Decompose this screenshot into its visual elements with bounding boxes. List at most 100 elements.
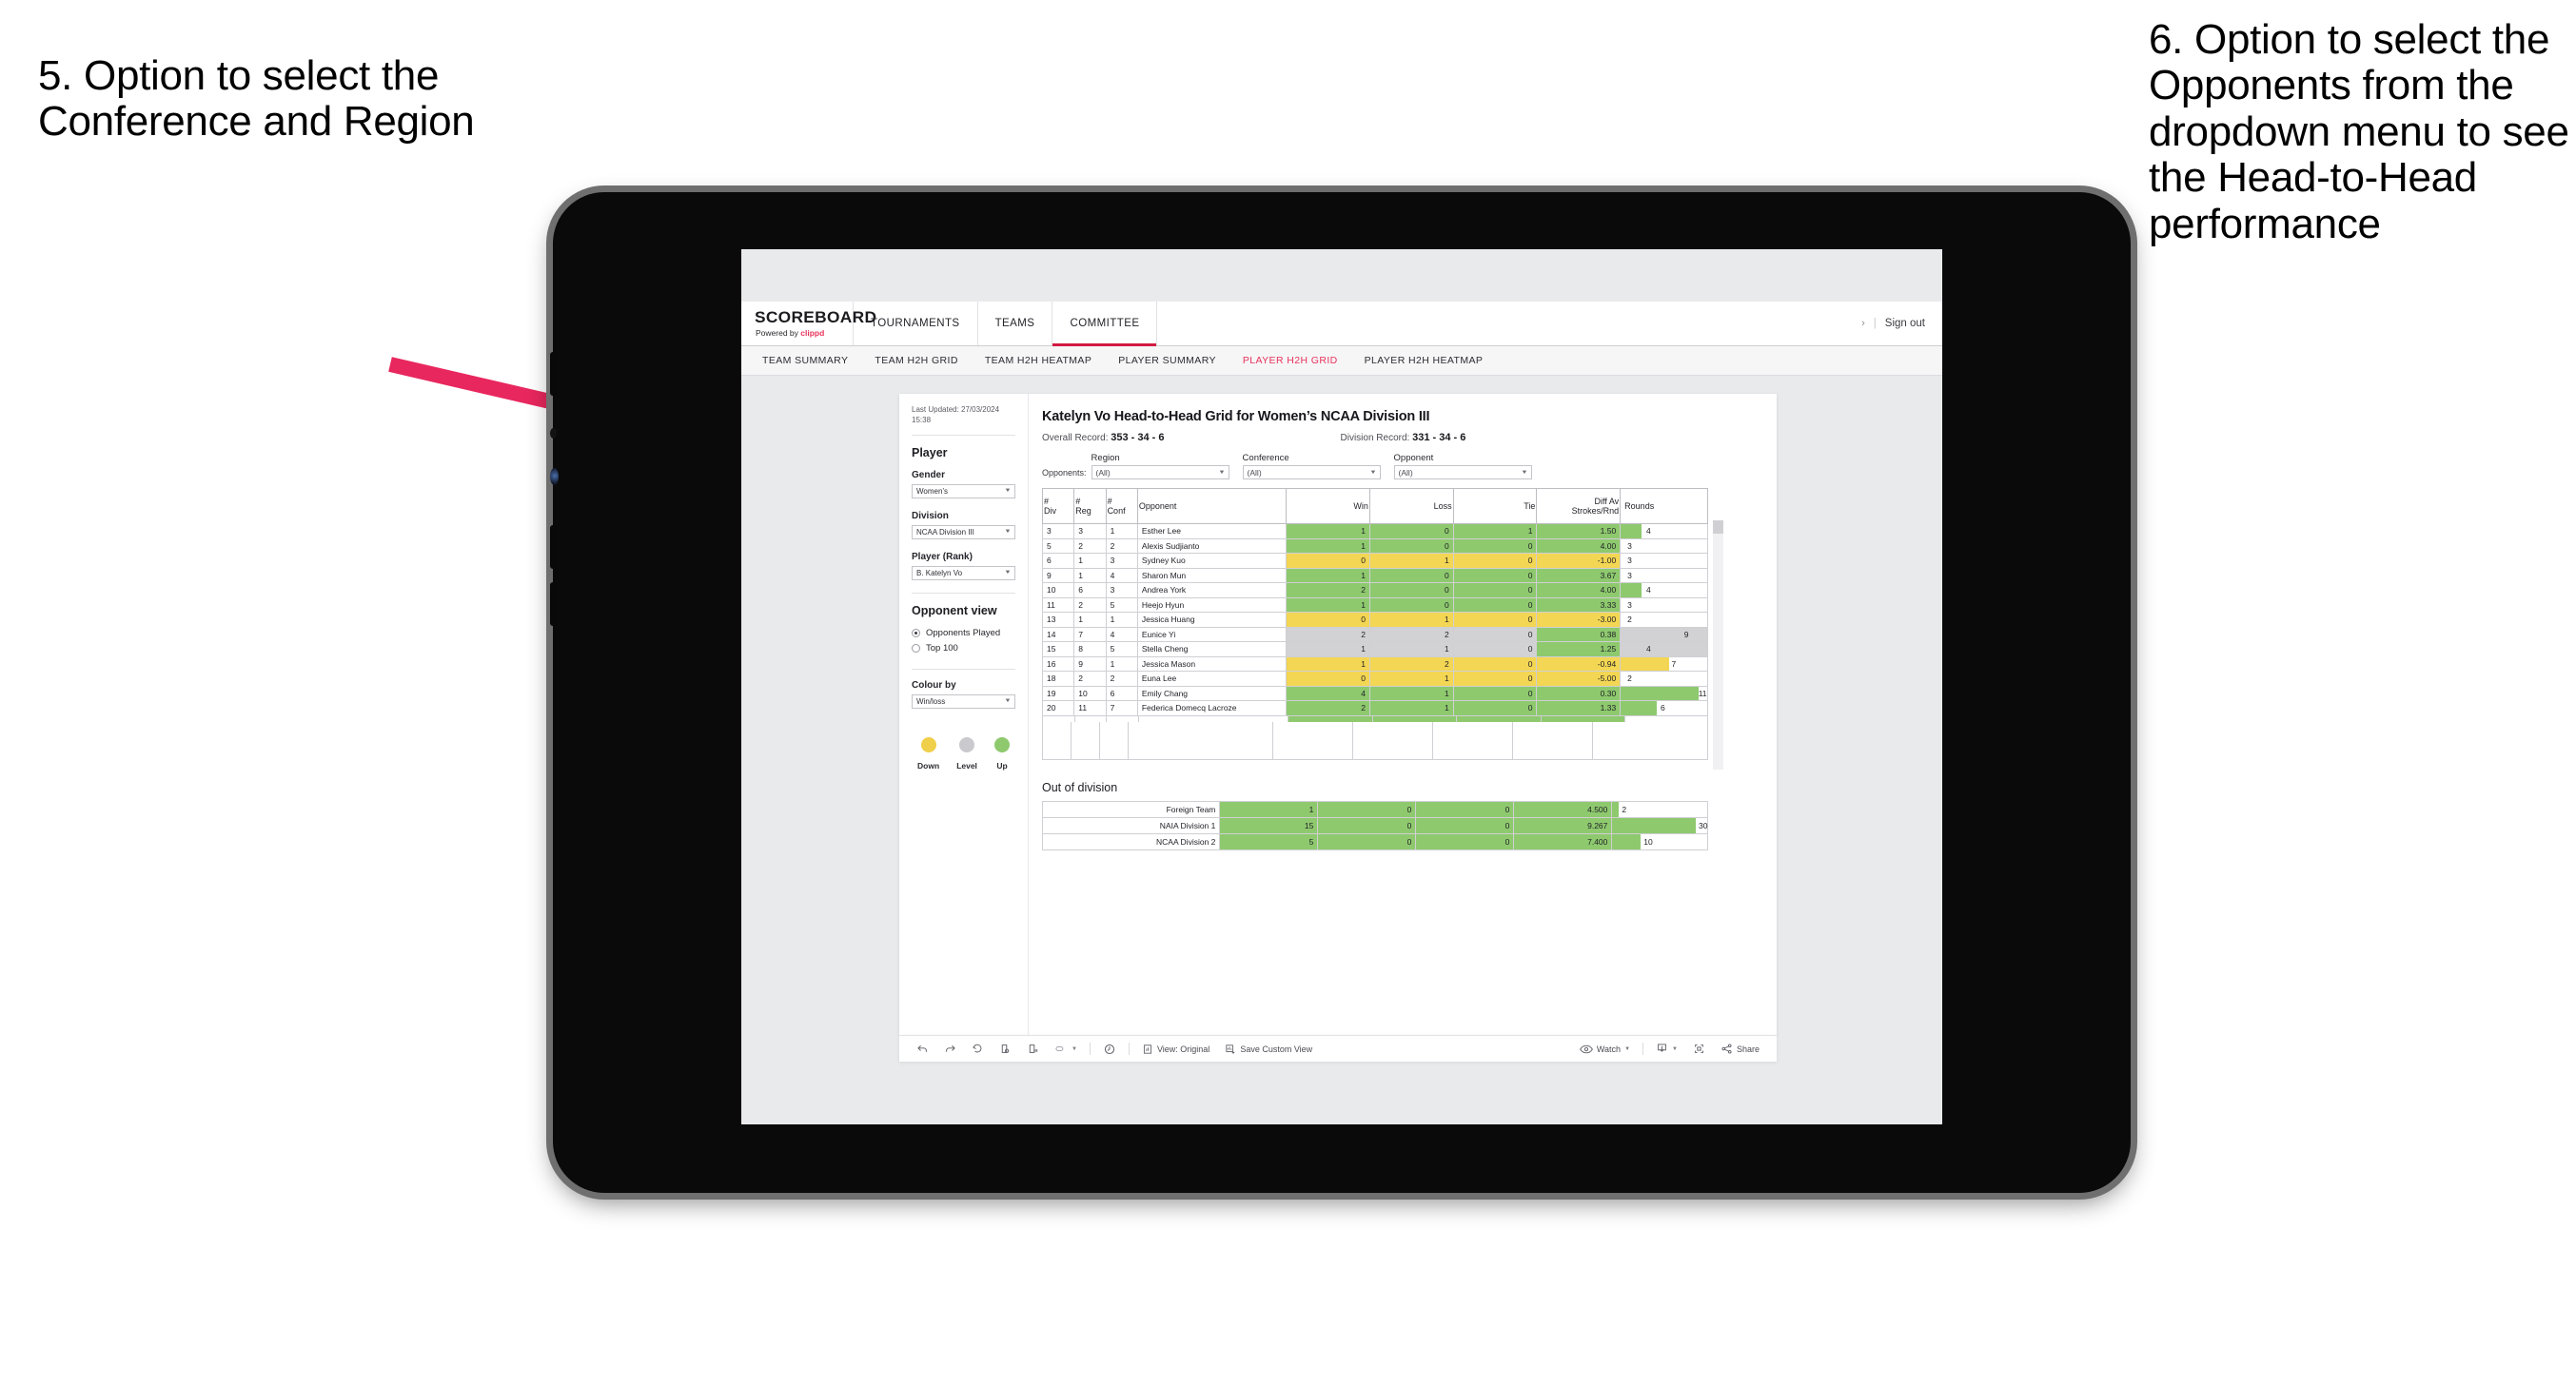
h2h-grid-wrapper: # Div # Reg # Conf Opponent Win Loss Tie Di… — [1041, 488, 1723, 770]
undo-button[interactable] — [909, 1043, 936, 1055]
player-rank-select[interactable]: B. Katelyn Vo ▼ — [912, 565, 1015, 580]
legend-label: Down — [917, 760, 940, 771]
cell-reg: 8 — [1073, 641, 1107, 657]
cell-reg: 1 — [1073, 553, 1107, 569]
division-record-value: 331 - 34 - 6 — [1412, 432, 1466, 443]
table-row[interactable]: Foreign Team 1 0 0 4.500 2 — [1041, 800, 1708, 818]
grid-vertical-scrollbar[interactable] — [1713, 520, 1723, 770]
radio-opponents-played[interactable]: Opponents Played — [912, 628, 1015, 638]
topnav-tournaments[interactable]: TOURNAMENTS — [854, 302, 978, 345]
cell-diff: -3.00 — [1536, 612, 1622, 628]
cell-opponent: Esther Lee — [1136, 523, 1288, 539]
cell-loss: 0 — [1317, 800, 1417, 818]
chevron-down-icon: ▼ — [1672, 1045, 1678, 1052]
alerts-icon — [1104, 1044, 1114, 1054]
table-row[interactable]: 19 10 6 Emily Chang 4 1 0 0.30 11 — [1041, 685, 1708, 701]
opponent-select[interactable]: (All) ▼ — [1393, 465, 1532, 479]
cell-div: 6 — [1041, 553, 1075, 569]
fullscreen-button[interactable] — [1685, 1043, 1713, 1055]
tab-player-h2h-heatmap[interactable]: PLAYER H2H HEATMAP — [1365, 355, 1484, 366]
rounds-bar — [1621, 701, 1658, 715]
cell-loss: 0 — [1368, 596, 1454, 613]
grid-empty-band — [1042, 721, 1708, 760]
legend-label: Level — [956, 760, 977, 771]
revert-button[interactable] — [964, 1043, 992, 1055]
table-row[interactable]: 6 1 3 Sydney Kuo 0 1 0 -1.00 3 — [1041, 553, 1708, 569]
chevron-down-icon: ▼ — [1004, 698, 1012, 705]
tab-player-summary[interactable]: PLAYER SUMMARY — [1118, 355, 1216, 366]
alerts-button[interactable] — [1095, 1043, 1124, 1056]
chevron-down-icon: ▼ — [1217, 469, 1226, 476]
rounds-value: 3 — [1627, 570, 1632, 580]
scrollbar-thumb[interactable] — [1713, 520, 1723, 534]
download-button[interactable]: ▼ — [1648, 1043, 1685, 1055]
pause-auto-update-button[interactable] — [1019, 1043, 1047, 1055]
cell-div: 18 — [1041, 671, 1075, 687]
cell-rounds: 11 — [1620, 685, 1708, 701]
table-row[interactable]: 16 9 1 Jessica Mason 1 2 0 -0.94 7 — [1041, 655, 1708, 672]
table-row[interactable]: 9 1 4 Sharon Mun 1 0 0 3.67 3 — [1041, 567, 1708, 583]
conference-label: Conference — [1242, 453, 1289, 463]
cell-tie: 0 — [1452, 596, 1538, 613]
rounds-value: 10 — [1643, 836, 1653, 847]
table-row[interactable]: 11 2 5 Heejo Hyun 1 0 0 3.33 3 — [1041, 596, 1708, 613]
tab-team-summary[interactable]: TEAM SUMMARY — [762, 355, 848, 366]
tab-team-h2h-heatmap[interactable]: TEAM H2H HEATMAP — [985, 355, 1091, 366]
division-label: Division — [912, 510, 949, 521]
cell-reg: 11 — [1073, 700, 1107, 715]
cell-div: 15 — [1041, 641, 1075, 657]
tab-team-h2h-grid[interactable]: TEAM H2H GRID — [875, 355, 957, 366]
cell-div: 13 — [1041, 612, 1075, 628]
refresh-data-button[interactable] — [992, 1043, 1019, 1055]
table-row[interactable]: 15 8 5 Stella Cheng 1 1 0 1.25 4 — [1041, 641, 1708, 657]
main-panel: Katelyn Vo Head-to-Head Grid for Women’s… — [1029, 394, 1777, 1035]
table-row[interactable]: NCAA Division 2 5 0 0 7.400 10 — [1041, 832, 1708, 850]
radio-top-100[interactable]: Top 100 — [912, 643, 1015, 654]
highlight-button[interactable]: ▼ — [1047, 1043, 1085, 1055]
gender-select[interactable]: Women’s ▼ — [912, 483, 1015, 498]
table-row[interactable]: 20 11 7 Federica Domecq Lacroze 2 1 0 1.33 6 — [1041, 700, 1708, 715]
colour-by-select[interactable]: Win/loss ▼ — [912, 693, 1015, 709]
table-row[interactable]: 5 2 2 Alexis Sudjianto 1 0 0 4.00 3 — [1041, 537, 1708, 554]
sign-out-button[interactable]: Sign out — [1885, 318, 1925, 329]
brand-logo[interactable]: SCOREBOARD Powered by clippd — [741, 302, 876, 345]
divider — [1642, 1043, 1644, 1055]
share-button[interactable]: Share — [1713, 1043, 1767, 1055]
cell-tie: 0 — [1452, 641, 1538, 657]
cell-tie: 0 — [1452, 626, 1538, 642]
cell-loss: 0 — [1317, 832, 1417, 850]
rounds-value: 4 — [1646, 526, 1651, 536]
out-of-division-table: Foreign Team 1 0 0 4.500 2 NAIA Division 1 15 0 0… — [1041, 800, 1708, 850]
region-select[interactable]: (All) ▼ — [1091, 465, 1229, 479]
cell-tie: 0 — [1452, 567, 1538, 583]
legend-label: Up — [996, 760, 1008, 771]
division-select[interactable]: NCAA Division III ▼ — [912, 524, 1015, 539]
annotation-text-right: 6. Option to select the Opponents from t… — [2149, 16, 2569, 247]
chevron-right-icon: › — [1861, 318, 1865, 329]
table-row[interactable]: 18 2 2 Euna Lee 0 1 0 -5.00 2 — [1041, 671, 1708, 687]
divider — [912, 592, 1015, 594]
topnav-committee[interactable]: COMMITTEE — [1052, 302, 1158, 346]
redo-button[interactable] — [936, 1043, 964, 1055]
view-original-button[interactable]: View: Original — [1134, 1044, 1217, 1055]
table-row[interactable]: 3 3 1 Esther Lee 1 0 1 1.50 4 — [1041, 523, 1708, 539]
table-row[interactable]: 10 6 3 Andrea York 2 0 0 4.00 4 — [1041, 582, 1708, 598]
tab-player-h2h-grid[interactable]: PLAYER H2H GRID — [1243, 355, 1338, 366]
conference-select[interactable]: (All) ▼ — [1242, 465, 1381, 479]
powered-by-text: Powered by — [756, 328, 801, 338]
table-row[interactable]: 13 1 1 Jessica Huang 0 1 0 -3.00 2 — [1041, 612, 1708, 628]
out-of-division-body: Foreign Team 1 0 0 4.500 2 NAIA Division 1 15 0 0… — [1041, 800, 1708, 850]
region-label: Region — [1091, 453, 1120, 463]
save-custom-view-button[interactable]: Save Custom View — [1217, 1044, 1320, 1055]
division-record: Division Record: 331 - 34 - 6 — [1341, 432, 1466, 443]
watch-button[interactable]: Watch ▼ — [1572, 1044, 1638, 1055]
rounds-value: 3 — [1627, 540, 1632, 551]
gender-value: Women’s — [916, 486, 949, 496]
rounds-value: 7 — [1671, 658, 1677, 669]
table-row[interactable]: 14 7 4 Eunice Yi 2 2 0 0.38 9 — [1041, 626, 1708, 642]
table-row[interactable]: NAIA Division 1 15 0 0 9.267 30 — [1041, 816, 1708, 834]
cell-rounds: 7 — [1620, 655, 1708, 672]
topnav-teams[interactable]: TEAMS — [978, 302, 1053, 345]
player-rank-value: B. Katelyn Vo — [916, 568, 963, 577]
cell-div: 16 — [1041, 655, 1075, 672]
